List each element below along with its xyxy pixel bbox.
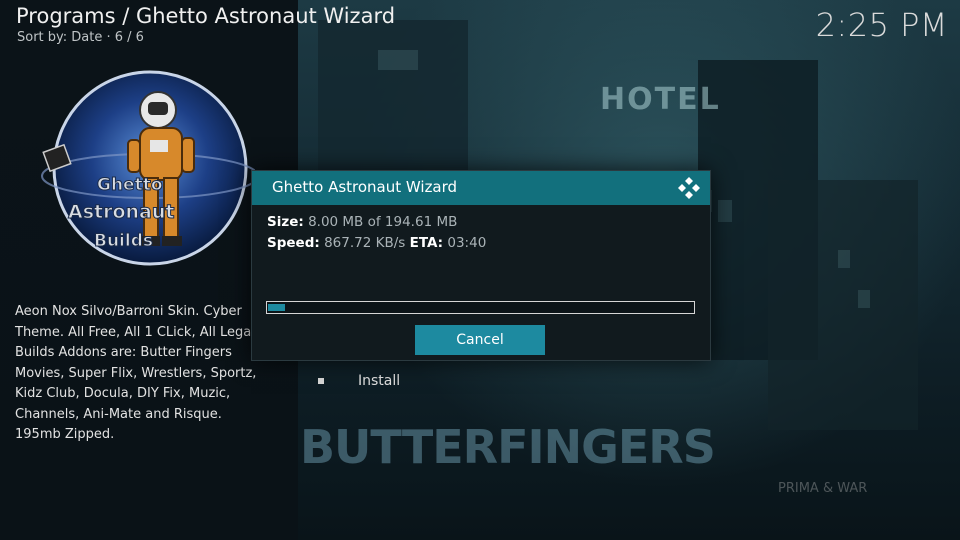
addon-description: Aeon Nox Silvo/Barroni Skin. Cyber Theme… <box>15 304 257 442</box>
cancel-button[interactable]: Cancel <box>415 325 545 355</box>
logo-text-line-1: Ghetto <box>97 175 163 195</box>
logo-text-line-2: Astronaut <box>68 201 174 223</box>
eta-label: ETA: <box>409 235 444 251</box>
speed-value: 867.72 KB/s <box>324 235 406 251</box>
sort-info: Sort by: Date · 6 / 6 <box>17 30 144 45</box>
list-item-install[interactable]: Install <box>318 371 400 391</box>
eta-value: 03:40 <box>447 235 487 251</box>
progress-bar-fill <box>268 304 285 311</box>
square-bullet-icon <box>318 378 324 384</box>
kodi-logo-icon <box>678 177 700 199</box>
breadcrumb: Programs / Ghetto Astronaut Wizard <box>16 4 396 28</box>
addon-logo: Ghetto Astronaut Builds <box>41 70 255 266</box>
hotel-sign-text: HOTEL <box>600 82 721 117</box>
list-item-label: Install <box>358 373 401 389</box>
download-progress-bar <box>266 301 695 314</box>
size-value: 8.00 MB of 194.61 MB <box>308 214 458 230</box>
clock: 2:25 PM <box>815 6 948 44</box>
progress-dialog: Ghetto Astronaut Wizard Size: 8.00 MB of… <box>251 170 711 361</box>
size-label: Size: <box>267 214 304 230</box>
logo-text-line-3: Builds <box>94 231 153 251</box>
dialog-title: Ghetto Astronaut Wizard <box>272 178 458 196</box>
dialog-header: Ghetto Astronaut Wizard <box>252 171 710 205</box>
fanart-banner-text: BUTTERFINGERS <box>300 420 716 474</box>
speed-line: Speed: 867.72 KB/s ETA: 03:40 <box>267 235 486 251</box>
speed-label: Speed: <box>267 235 320 251</box>
size-line: Size: 8.00 MB of 194.61 MB <box>267 214 457 230</box>
fanart-corner-label: PRIMA & WAR <box>778 481 868 496</box>
